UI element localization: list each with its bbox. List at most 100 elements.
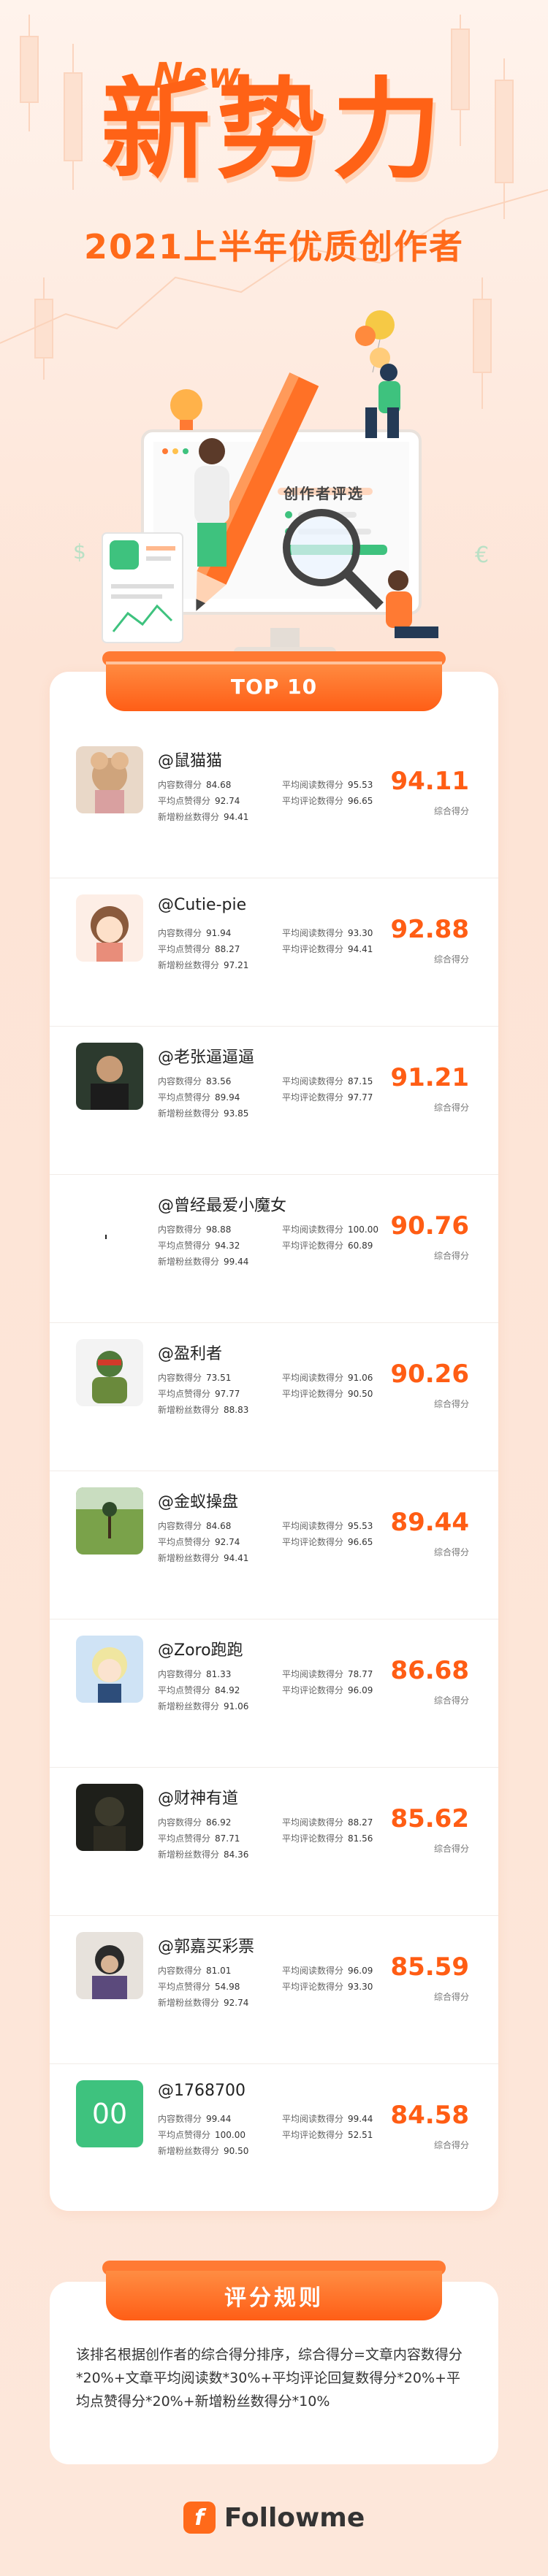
username[interactable]: @财神有道 [158,1785,238,1809]
metric-label: 平均阅读数得分 [282,1966,344,1976]
ranking-row[interactable]: @曾经最爱小魔女 内容数得分 98.88 平均点赞得分 94.32 新增粉丝数得分 99.4… [50,1175,498,1323]
metric-value: 99.44 [206,2114,232,2124]
ranking-row[interactable]: @财神有道 内容数得分 86.92 平均点赞得分 87.71 新增粉丝数得分 84.36 平均… [50,1768,498,1916]
metric-label: 平均阅读数得分 [282,1373,344,1383]
metric-value: 100.00 [348,1224,379,1235]
avatar-text: 00 [91,2098,128,2130]
metric-value: 87.71 [215,1833,240,1844]
metric-value: 94.32 [215,1241,240,1251]
metric-label: 平均点赞得分 [158,796,211,806]
metric-content: 内容数得分 81.33 [158,1668,231,1680]
metric-value: 88.27 [215,944,240,954]
ranking-row[interactable]: @郭嘉买彩票 内容数得分 81.01 平均点赞得分 54.98 新增粉丝数得分 92.74 平… [50,1916,498,2064]
followme-logo-icon: f [183,2502,216,2534]
metric-label: 内容数得分 [158,928,202,938]
overall-score-label: 综合得分 [433,2140,469,2150]
metric-comments: 平均评论数得分 60.89 [282,1239,373,1251]
metric-reads: 平均阅读数得分 87.15 [282,1075,373,1087]
metric-value: 91.06 [224,1701,249,1711]
metric-value: 98.88 [206,1224,232,1235]
metric-comments: 平均评论数得分 97.77 [282,1091,373,1103]
metric-label: 平均阅读数得分 [282,1817,344,1828]
metric-comments: 平均评论数得分 90.50 [282,1387,373,1400]
avatar [76,1339,143,1406]
username[interactable]: @Cutie-pie [158,896,246,914]
metric-comments: 平均评论数得分 94.41 [282,943,373,955]
metric-label: 平均阅读数得分 [282,1076,344,1086]
metric-content: 内容数得分 84.68 [158,1519,231,1532]
metric-value: 95.53 [348,1521,373,1531]
username[interactable]: @盈利者 [158,1341,222,1364]
overall-score-label: 综合得分 [433,954,469,965]
metric-fans: 新增粉丝数得分 93.85 [158,1107,248,1119]
metric-label: 平均点赞得分 [158,944,211,954]
overall-score-label: 综合得分 [433,1547,469,1557]
username[interactable]: @曾经最爱小魔女 [158,1192,286,1216]
screen-title: 创作者评选 [283,485,364,502]
metric-reads: 平均阅读数得分 88.27 [282,1816,373,1828]
metric-likes: 平均点赞得分 89.94 [158,1091,240,1103]
avatar [76,746,143,813]
metric-fans: 新增粉丝数得分 90.50 [158,2144,248,2157]
username[interactable]: @金蚁操盘 [158,1489,238,1512]
metric-label: 新增粉丝数得分 [158,1701,220,1711]
metric-value: 96.65 [348,796,373,806]
metric-value: 91.94 [206,928,232,938]
metric-label: 内容数得分 [158,1373,202,1383]
ranking-row[interactable]: @Cutie-pie 内容数得分 91.94 平均点赞得分 88.27 新增粉丝数得分 97… [50,878,498,1027]
avatar: 00 [76,2080,143,2147]
footer-brand: Followme [224,2502,365,2533]
ranking-row[interactable]: @老张逼逼逼 内容数得分 83.56 平均点赞得分 89.94 新增粉丝数得分 93.85 平… [50,1027,498,1175]
metric-fans: 新增粉丝数得分 99.44 [158,1255,248,1268]
metric-fans: 新增粉丝数得分 94.41 [158,1552,248,1564]
metric-value: 94.41 [348,944,373,954]
metric-reads: 平均阅读数得分 78.77 [282,1668,373,1680]
metric-value: 84.68 [206,1521,232,1531]
ranking-row[interactable]: 00 @1768700 内容数得分 99.44 平均点赞得分 100.00 新增粉丝数得分 9… [50,2064,498,2212]
metric-content: 内容数得分 86.92 [158,1816,231,1828]
metric-label: 平均点赞得分 [158,2130,211,2140]
metric-label: 平均评论数得分 [282,1982,344,1992]
ranking-row[interactable]: @盈利者 内容数得分 73.51 平均点赞得分 97.77 新增粉丝数得分 88.83 平均阅… [50,1323,498,1471]
rules-text: 该排名根据创作者的综合得分排序，综合得分=文章内容数得分*20%+文章平均阅读数… [76,2347,463,2410]
metric-value: 78.77 [348,1669,373,1679]
ranking-row[interactable]: @鼠猫猫 内容数得分 84.68 平均点赞得分 92.74 新增粉丝数得分 94.41 平均阅… [50,730,498,878]
metric-value: 97.77 [348,1092,373,1103]
metric-label: 平均评论数得分 [282,1833,344,1844]
overall-score: 85.62 [390,1804,469,1833]
metric-label: 平均评论数得分 [282,2130,344,2140]
username[interactable]: @1768700 [158,2082,246,2100]
metric-value: 93.30 [348,928,373,938]
metric-value: 52.51 [348,2130,373,2140]
metric-label: 平均点赞得分 [158,1389,211,1399]
metric-value: 99.44 [348,2114,373,2124]
overall-score-label: 综合得分 [433,806,469,816]
username[interactable]: @Zoro跑跑 [158,1637,243,1660]
metric-value: 90.50 [224,2146,249,2156]
metric-value: 94.41 [224,812,249,822]
metric-value: 88.83 [224,1405,249,1415]
metric-label: 内容数得分 [158,1669,202,1679]
metric-reads: 平均阅读数得分 95.53 [282,1519,373,1532]
metric-value: 99.44 [224,1257,249,1267]
metric-comments: 平均评论数得分 81.56 [282,1832,373,1844]
metric-value: 92.74 [215,1537,240,1547]
overall-score: 85.59 [390,1952,469,1982]
metric-label: 平均评论数得分 [282,944,344,954]
overall-score: 92.88 [390,915,469,944]
metric-likes: 平均点赞得分 92.74 [158,794,240,807]
metric-comments: 平均评论数得分 96.65 [282,794,373,807]
metric-content: 内容数得分 81.01 [158,1964,231,1977]
overall-score-label: 综合得分 [433,1695,469,1706]
ranking-row[interactable]: @金蚁操盘 内容数得分 84.68 平均点赞得分 92.74 新增粉丝数得分 94.41 平均… [50,1471,498,1619]
metric-value: 84.36 [224,1849,249,1860]
username[interactable]: @郭嘉买彩票 [158,1933,254,1957]
metric-label: 平均阅读数得分 [282,1521,344,1531]
username[interactable]: @老张逼逼逼 [158,1044,254,1067]
metric-label: 新增粉丝数得分 [158,812,220,822]
username[interactable]: @鼠猫猫 [158,748,222,771]
metric-value: 89.94 [215,1092,240,1103]
metric-label: 平均评论数得分 [282,1092,344,1103]
metric-fans: 新增粉丝数得分 97.21 [158,959,248,971]
ranking-row[interactable]: @Zoro跑跑 内容数得分 81.33 平均点赞得分 84.92 新增粉丝数得分 91.06… [50,1619,498,1768]
